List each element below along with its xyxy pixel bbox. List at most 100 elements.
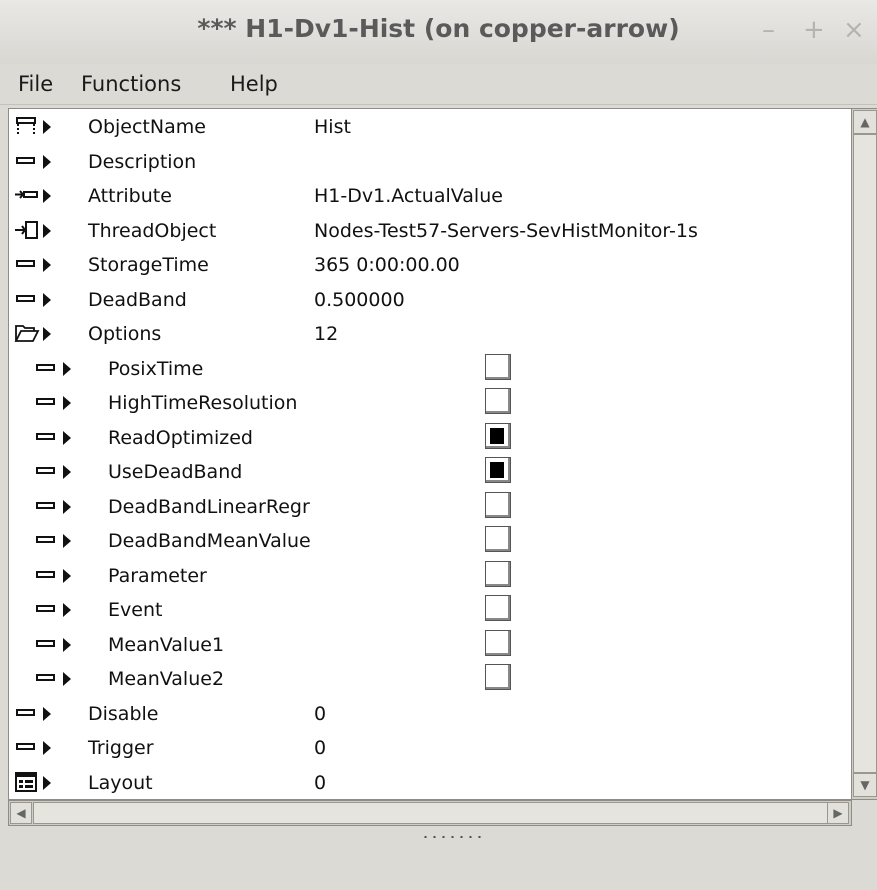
attr-icon (34, 633, 60, 655)
scroll-down-icon[interactable]: ▼ (853, 773, 877, 797)
tree-row-event[interactable]: Event (9, 593, 851, 627)
attribute-name: Layout (88, 771, 153, 794)
expand-arrow-icon[interactable] (63, 430, 71, 445)
attribute-name: UseDeadBand (108, 461, 243, 483)
menu-help[interactable]: Help (230, 72, 278, 96)
option-checkbox[interactable] (485, 457, 511, 483)
xtt-window: *** H1-Dv1-Hist (on copper-arrow) – + × … (0, 0, 877, 890)
option-checkbox[interactable] (485, 422, 511, 449)
attr-icon (34, 495, 60, 517)
attribute-name: DeadBand (88, 288, 187, 311)
horizontal-scrollbar[interactable]: ◀ ▶ (8, 800, 852, 826)
attribute-name: Disable (88, 702, 159, 725)
attribute-value[interactable]: 0 (314, 772, 326, 794)
expand-arrow-icon[interactable] (43, 223, 51, 238)
expand-arrow-icon[interactable] (63, 672, 71, 686)
expand-arrow-icon[interactable] (63, 637, 71, 652)
option-checkbox[interactable] (485, 664, 511, 690)
tree-row-options[interactable]: Options 12 (9, 317, 851, 351)
attribute-value[interactable]: 0 (314, 737, 326, 759)
expand-arrow-icon[interactable] (43, 741, 51, 755)
tree-row-meanvalue1[interactable]: MeanValue1 (9, 628, 851, 662)
expand-arrow-icon[interactable] (43, 258, 51, 272)
option-checkbox[interactable] (485, 491, 511, 518)
tree-row-deadband[interactable]: DeadBand 0.500000 (9, 283, 851, 317)
expand-arrow-icon[interactable] (63, 396, 71, 410)
minimize-icon[interactable]: – (762, 16, 775, 44)
attribute-value[interactable]: H1-Dv1.ActualValue (314, 185, 503, 207)
attribute-name: PosixTime (108, 357, 204, 380)
menu-bar: File Functions Help (0, 64, 877, 105)
option-checkbox[interactable] (485, 629, 511, 656)
option-checkbox[interactable] (485, 353, 511, 380)
tree-row-storagetime[interactable]: StorageTime 365 0:00:00.00 (9, 248, 851, 282)
expand-arrow-icon[interactable] (43, 706, 51, 721)
tree-row-meanvalue2[interactable]: MeanValue2 (9, 662, 851, 696)
menu-functions[interactable]: Functions (81, 72, 181, 96)
maximize-icon[interactable]: + (803, 16, 825, 44)
tree-row-posixtime[interactable]: PosixTime (9, 352, 851, 386)
expand-arrow-icon[interactable] (43, 775, 51, 790)
close-icon[interactable]: × (843, 16, 865, 44)
expand-arrow-icon[interactable] (43, 189, 51, 203)
tree-row-usedeadband[interactable]: UseDeadBand (9, 455, 851, 489)
attr-icon (14, 736, 40, 758)
scroll-up-icon[interactable]: ▲ (853, 110, 877, 134)
attribute-name: DeadBandLinearRegr (108, 495, 310, 518)
expand-arrow-icon[interactable] (63, 534, 71, 548)
attr-icon (34, 357, 60, 379)
attribute-name: Attribute (88, 185, 172, 207)
expand-arrow-icon[interactable] (63, 568, 71, 583)
attribute-value[interactable]: 0 (314, 703, 326, 725)
horizontal-scroll-thumb[interactable] (33, 802, 829, 824)
attribute-name: ThreadObject (88, 219, 217, 242)
option-checkbox[interactable] (485, 526, 511, 552)
attr-icon (34, 667, 60, 689)
tree-row-disable[interactable]: Disable 0 (9, 697, 851, 731)
menu-file[interactable]: File (18, 72, 53, 96)
option-checkbox[interactable] (485, 388, 511, 414)
tree-row-objectname[interactable]: ObjectName Hist (9, 110, 851, 144)
tree-row-deadbandmeanvalue[interactable]: DeadBandMeanValue (9, 524, 851, 558)
option-checkbox[interactable] (485, 595, 511, 621)
expand-arrow-icon[interactable] (63, 499, 71, 514)
tree-row-hightimeresolution[interactable]: HighTimeResolution (9, 386, 851, 420)
title-bar[interactable]: *** H1-Dv1-Hist (on copper-arrow) – + × (0, 0, 877, 65)
attr-icon (14, 288, 40, 310)
tree-row-description[interactable]: Description (9, 145, 851, 179)
tree-row-parameter[interactable]: Parameter (9, 559, 851, 593)
expand-arrow-icon[interactable] (43, 154, 51, 169)
window-title: *** H1-Dv1-Hist (on copper-arrow) (197, 14, 680, 43)
layout-icon (14, 771, 40, 793)
expand-arrow-icon[interactable] (63, 361, 71, 376)
attribute-value[interactable]: 12 (314, 323, 338, 345)
expand-arrow-icon[interactable] (43, 292, 51, 307)
expand-arrow-icon[interactable] (63, 465, 71, 479)
expand-arrow-icon[interactable] (43, 327, 51, 341)
attribute-name: Parameter (108, 564, 207, 587)
tree-row-readoptimized[interactable]: ReadOptimized (9, 421, 851, 455)
attr-icon (14, 253, 40, 275)
expand-arrow-icon[interactable] (63, 603, 71, 617)
scroll-left-icon[interactable]: ◀ (10, 802, 32, 824)
attr-icon (14, 702, 40, 724)
option-checkbox[interactable] (485, 560, 511, 587)
attribute-tree[interactable]: ObjectName Hist Description Attribute H1-Dv1… (8, 108, 852, 800)
vertical-scrollbar[interactable]: ▲ ▼ (851, 108, 877, 800)
attribute-name: Description (88, 150, 197, 173)
tree-row-deadbandlinearregr[interactable]: DeadBandLinearRegr (9, 490, 851, 524)
attribute-value[interactable]: Nodes-Test57-Servers-SevHistMonitor-1s (314, 220, 698, 242)
tree-row-attribute[interactable]: Attribute H1-Dv1.ActualValue (9, 179, 851, 213)
tree-row-threadobject[interactable]: ThreadObject Nodes-Test57-Servers-SevHist… (9, 214, 851, 248)
attribute-value[interactable]: Hist (314, 116, 351, 138)
attribute-value[interactable]: 0.500000 (314, 289, 405, 311)
expand-arrow-icon[interactable] (43, 120, 51, 134)
scroll-right-icon[interactable]: ▶ (827, 802, 849, 824)
attr-icon (14, 150, 40, 172)
vertical-scroll-thumb[interactable] (853, 134, 877, 773)
tree-row-layout[interactable]: Layout 0 (9, 766, 851, 800)
attr-icon (34, 460, 60, 482)
tree-row-trigger[interactable]: Trigger 0 (9, 731, 851, 765)
pane-resize-grip[interactable] (421, 834, 483, 840)
attribute-value[interactable]: 365 0:00:00.00 (314, 254, 460, 276)
